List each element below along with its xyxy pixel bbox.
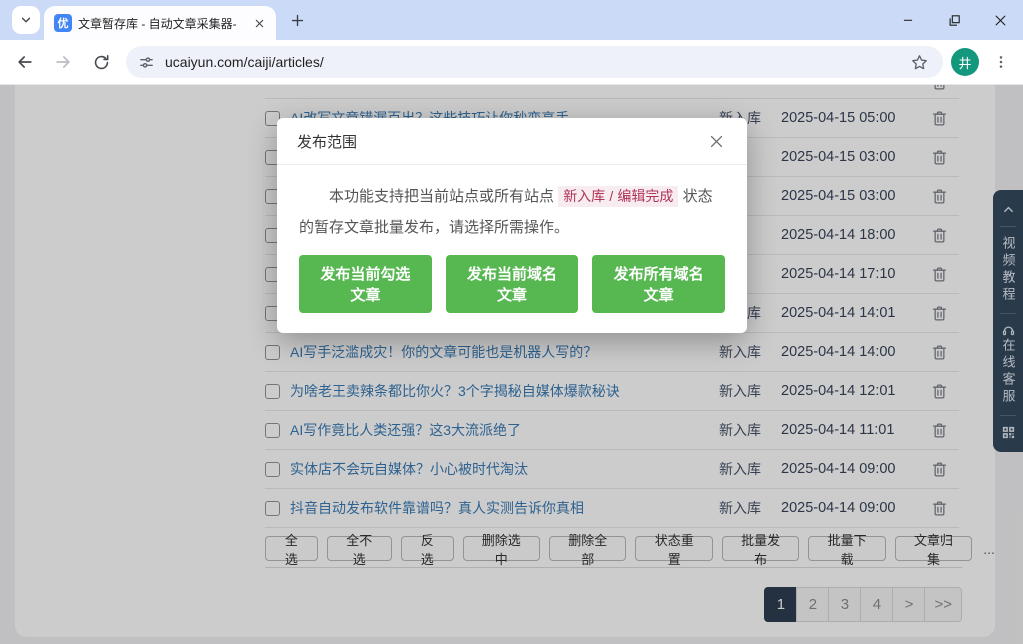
publish-scope-button[interactable]: 发布当前勾选文章 xyxy=(299,255,432,313)
dialog-body: 本功能支持把当前站点或所有站点 新入库 / 编辑完成 状态的暂存文章批量发布，请… xyxy=(277,165,747,333)
browser-menu-button[interactable] xyxy=(989,50,1013,74)
publish-scope-button[interactable]: 发布当前域名文章 xyxy=(446,255,579,313)
status-tag-new: 新入库 xyxy=(563,188,605,204)
arrow-left-icon xyxy=(15,52,35,72)
publish-scope-dialog: 发布范围 本功能支持把当前站点或所有站点 新入库 / 编辑完成 状态的暂存文章批… xyxy=(277,118,747,333)
tag-separator: / xyxy=(609,188,613,204)
reload-button[interactable] xyxy=(86,47,116,77)
kebab-menu-icon xyxy=(993,54,1009,70)
close-window-button[interactable] xyxy=(977,0,1023,40)
site-settings-icon[interactable] xyxy=(138,54,155,71)
bookmark-button[interactable] xyxy=(907,50,931,74)
tab-search-button[interactable] xyxy=(12,6,40,34)
minimize-icon xyxy=(901,13,915,27)
forward-button[interactable] xyxy=(48,47,78,77)
dialog-description: 本功能支持把当前站点或所有站点 新入库 / 编辑完成 状态的暂存文章批量发布，请… xyxy=(299,181,725,243)
star-icon xyxy=(910,53,929,72)
dialog-title: 发布范围 xyxy=(297,131,357,152)
tab-strip: 优 文章暂存库 - 自动文章采集器- xyxy=(0,0,1023,40)
url-text[interactable]: ucaiyun.com/caiji/articles/ xyxy=(165,54,907,70)
tab-close-icon[interactable] xyxy=(250,14,268,32)
close-icon xyxy=(993,13,1008,28)
plus-icon xyxy=(290,13,305,28)
restore-icon xyxy=(947,13,962,28)
publish-scope-button[interactable]: 发布所有域名文章 xyxy=(592,255,725,313)
profile-avatar[interactable]: 井 xyxy=(951,48,979,76)
back-button[interactable] xyxy=(10,47,40,77)
tab-favicon: 优 xyxy=(54,14,72,32)
status-tag-edited: 编辑完成 xyxy=(617,188,673,204)
desc-text: 本功能支持把当前站点或所有站点 xyxy=(329,188,554,205)
reload-icon xyxy=(92,53,111,72)
restore-button[interactable] xyxy=(931,0,977,40)
new-tab-button[interactable] xyxy=(284,7,310,33)
arrow-right-icon xyxy=(53,52,73,72)
dialog-actions: 发布当前勾选文章发布当前域名文章发布所有域名文章 xyxy=(299,255,725,313)
omnibox[interactable]: ucaiyun.com/caiji/articles/ xyxy=(126,46,943,78)
browser-tab[interactable]: 优 文章暂存库 - 自动文章采集器- xyxy=(44,6,276,40)
minimize-button[interactable] xyxy=(885,0,931,40)
chevron-down-icon xyxy=(19,13,33,27)
dialog-header: 发布范围 xyxy=(277,118,747,165)
tab-title: 文章暂存库 - 自动文章采集器- xyxy=(78,15,244,32)
browser-window: 优 文章暂存库 - 自动文章采集器- xyxy=(0,0,1023,644)
window-controls xyxy=(885,0,1023,40)
close-icon xyxy=(708,133,725,150)
status-tags: 新入库 / 编辑完成 xyxy=(558,186,678,207)
url-bar: ucaiyun.com/caiji/articles/ 井 xyxy=(0,40,1023,85)
dialog-close-button[interactable] xyxy=(705,130,727,152)
